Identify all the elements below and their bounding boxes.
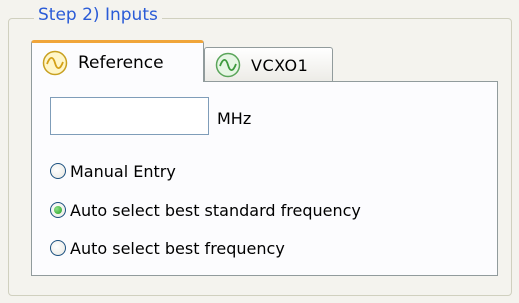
radio-auto-standard-frequency[interactable]: Auto select best standard frequency bbox=[50, 199, 361, 221]
groupbox-title: Step 2) Inputs bbox=[34, 5, 162, 25]
tab-vcxo1-label: VCXO1 bbox=[251, 55, 309, 75]
radio-button[interactable] bbox=[50, 163, 66, 179]
frequency-input[interactable] bbox=[50, 97, 209, 135]
tab-reference[interactable]: Reference bbox=[31, 40, 204, 82]
radio-label: Auto select best standard frequency bbox=[70, 200, 361, 220]
inputs-window: Step 2) Inputs Reference VCXO1 MHz Manua… bbox=[0, 0, 519, 303]
tab-vcxo1[interactable]: VCXO1 bbox=[204, 47, 333, 82]
tab-reference-label: Reference bbox=[78, 52, 164, 73]
frequency-unit-label: MHz bbox=[217, 109, 252, 128]
radio-label: Auto select best frequency bbox=[70, 238, 285, 258]
radio-auto-best-frequency[interactable]: Auto select best frequency bbox=[50, 237, 285, 259]
sine-wave-icon bbox=[215, 52, 241, 78]
radio-manual-entry[interactable]: Manual Entry bbox=[50, 160, 176, 182]
radio-button-checked[interactable] bbox=[50, 202, 66, 218]
sine-wave-icon bbox=[42, 50, 68, 75]
reference-tab-panel: MHz Manual Entry Auto select best standa… bbox=[31, 81, 498, 276]
radio-label: Manual Entry bbox=[70, 161, 176, 181]
radio-button[interactable] bbox=[50, 240, 66, 256]
